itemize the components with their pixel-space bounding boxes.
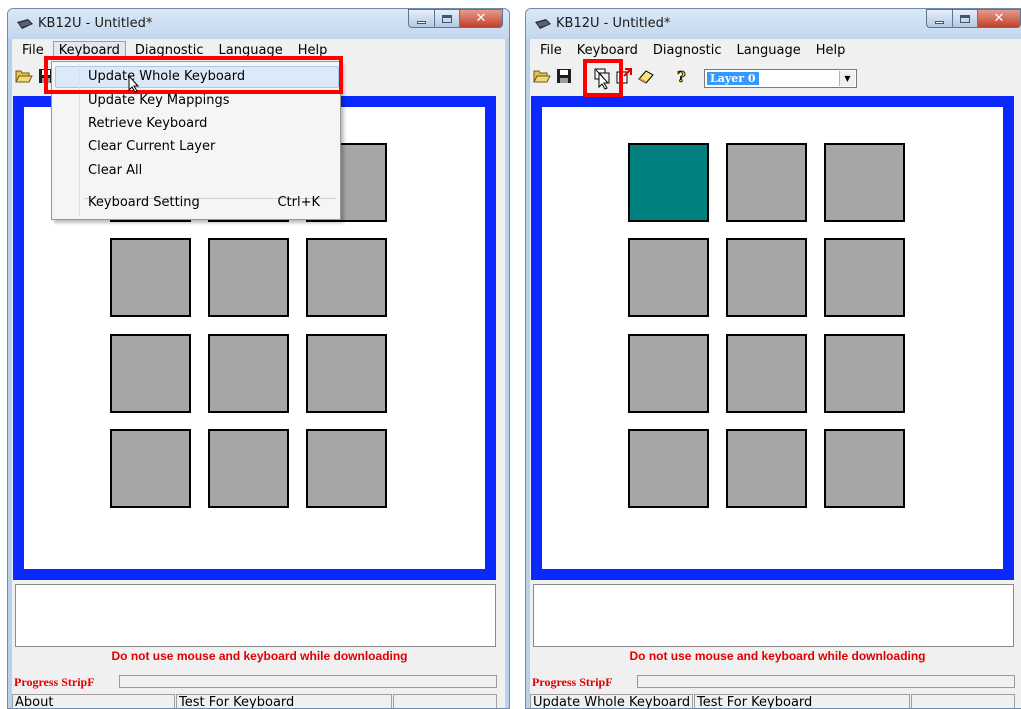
key-r3-c1[interactable]	[110, 334, 191, 413]
layer-select[interactable]: Layer 0 ▼	[704, 69, 857, 88]
retrieve-button[interactable]	[614, 66, 634, 86]
close-button[interactable]: ✕	[459, 9, 503, 28]
keyboard-app-icon	[535, 19, 551, 29]
clear-button[interactable]	[636, 66, 656, 86]
key-r2-c1[interactable]	[110, 238, 191, 317]
open-icon	[533, 70, 551, 83]
key-r3-c3[interactable]	[824, 334, 905, 413]
window-title: KB12U - Untitled*	[556, 16, 671, 31]
minimize-button[interactable]	[408, 9, 434, 28]
keyboard-app-icon	[17, 19, 33, 29]
key-r4-c3[interactable]	[306, 429, 387, 508]
progress-bar	[637, 675, 1015, 688]
key-r4-c1[interactable]	[628, 429, 709, 508]
open-button[interactable]	[14, 66, 34, 86]
menu-language[interactable]: Language	[213, 41, 289, 60]
menu-item-clear-current-layer[interactable]: Clear Current Layer	[88, 139, 215, 154]
client-area: File Keyboard Diagnostic Language Help	[530, 39, 1021, 708]
menu-item-update-whole-keyboard[interactable]: Update Whole Keyboard	[54, 66, 340, 88]
keyboard-dropdown-menu: Update Whole Keyboard Update Key Mapping…	[51, 61, 341, 220]
menu-diagnostic[interactable]: Diagnostic	[129, 41, 210, 60]
menu-file[interactable]: File	[534, 41, 568, 60]
progress-label: Progress StripF	[14, 675, 95, 689]
menu-bar: File Keyboard Diagnostic Language Help	[530, 39, 1021, 61]
key-r1-c1[interactable]	[628, 143, 709, 222]
message-box	[15, 584, 496, 647]
key-r2-c3[interactable]	[306, 238, 387, 317]
key-r4-c1[interactable]	[110, 429, 191, 508]
maximize-button[interactable]	[434, 9, 459, 28]
menu-file[interactable]: File	[16, 41, 50, 60]
status-pane-3	[911, 694, 1015, 708]
status-pane-2: Test For Keyboard	[694, 694, 910, 708]
key-r3-c1[interactable]	[628, 334, 709, 413]
key-r1-c2[interactable]	[726, 143, 807, 222]
key-r2-c2[interactable]	[208, 238, 289, 317]
help-button[interactable]: ?	[672, 66, 692, 86]
key-r4-c2[interactable]	[726, 429, 807, 508]
window-controls: ✕	[408, 9, 503, 28]
status-pane-1: Update Whole Keyboard	[530, 694, 693, 708]
maximize-icon	[442, 14, 452, 23]
retrieve-icon	[616, 68, 632, 84]
minimize-icon	[417, 20, 426, 24]
title-bar[interactable]: KB12U - Untitled* ✕	[8, 9, 509, 39]
menu-diagnostic[interactable]: Diagnostic	[647, 41, 728, 60]
menu-help[interactable]: Help	[810, 41, 852, 60]
key-r3-c2[interactable]	[726, 334, 807, 413]
window-title: KB12U - Untitled*	[38, 16, 153, 31]
maximize-button[interactable]	[952, 9, 977, 28]
key-r2-c1[interactable]	[628, 238, 709, 317]
menu-keyboard[interactable]: Keyboard	[571, 41, 644, 60]
menu-item-keyboard-setting[interactable]: Keyboard Setting	[88, 195, 200, 210]
minimize-button[interactable]	[926, 9, 952, 28]
menu-help[interactable]: Help	[292, 41, 334, 60]
status-bar: Update Whole Keyboard Test For Keyboard	[530, 693, 1021, 708]
key-r4-c3[interactable]	[824, 429, 905, 508]
window-controls: ✕	[926, 9, 1021, 28]
menu-bar: File Keyboard Diagnostic Language Help	[12, 39, 505, 61]
progress-label: Progress StripF	[532, 675, 613, 689]
status-pane-3	[393, 694, 497, 708]
menu-keyboard[interactable]: Keyboard	[52, 40, 126, 60]
help-icon: ?	[677, 68, 687, 85]
save-icon	[557, 69, 571, 83]
menu-gutter	[79, 64, 80, 217]
close-icon: ✕	[993, 11, 1005, 26]
clear-icon	[638, 70, 654, 84]
layer-select-value: Layer 0	[707, 72, 759, 85]
status-pane-1: About	[12, 694, 175, 708]
menu-item-clear-all[interactable]: Clear All	[88, 163, 142, 178]
mouse-cursor-icon	[598, 72, 610, 90]
message-box	[533, 584, 1014, 647]
keyboard-layout-frame	[531, 96, 1014, 580]
app-window-right: KB12U - Untitled* ✕ File Keyboard Diagno…	[525, 8, 1021, 709]
key-r2-c3[interactable]	[824, 238, 905, 317]
open-button[interactable]	[532, 66, 552, 86]
key-r3-c3[interactable]	[306, 334, 387, 413]
menu-item-retrieve-keyboard[interactable]: Retrieve Keyboard	[88, 116, 207, 131]
key-r1-c3[interactable]	[824, 143, 905, 222]
mouse-cursor-icon	[128, 75, 140, 93]
status-bar: About Test For Keyboard	[12, 693, 505, 708]
close-button[interactable]: ✕	[977, 9, 1021, 28]
status-pane-2: Test For Keyboard	[176, 694, 392, 708]
chevron-down-icon[interactable]: ▼	[839, 71, 855, 86]
svg-text:?: ?	[677, 68, 686, 85]
save-button[interactable]	[554, 66, 574, 86]
maximize-icon	[960, 14, 970, 23]
title-bar[interactable]: KB12U - Untitled* ✕	[526, 9, 1021, 39]
minimize-icon	[935, 20, 944, 24]
download-warning: Do not use mouse and keyboard while down…	[629, 649, 926, 663]
progress-bar	[119, 675, 497, 688]
menu-item-update-key-mappings[interactable]: Update Key Mappings	[88, 93, 229, 108]
key-r2-c2[interactable]	[726, 238, 807, 317]
menu-shortcut-ctrl-k: Ctrl+K	[277, 195, 320, 210]
key-r4-c2[interactable]	[208, 429, 289, 508]
key-r3-c2[interactable]	[208, 334, 289, 413]
menu-language[interactable]: Language	[731, 41, 807, 60]
download-warning: Do not use mouse and keyboard while down…	[111, 649, 408, 663]
open-icon	[15, 70, 33, 83]
close-icon: ✕	[475, 11, 487, 26]
